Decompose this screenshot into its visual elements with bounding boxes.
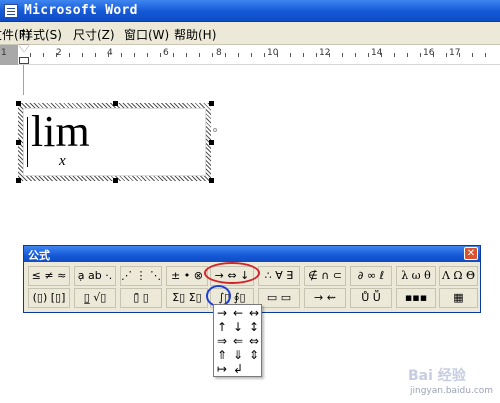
equation-canvas[interactable]: lim x: [23, 107, 206, 176]
equation-subscript: x: [59, 153, 66, 169]
spaces-ellipses-button[interactable]: ạ ab ·.: [74, 266, 116, 286]
ruler-number: 6: [163, 48, 169, 58]
ruler-tick: [199, 53, 200, 57]
ruler-tick: [355, 53, 356, 57]
operator-symbols-button[interactable]: ± • ⊗: [166, 266, 208, 286]
toolbar-title: 公式: [28, 249, 50, 262]
ruler-tick: [303, 53, 304, 57]
menu-window[interactable]: 窗口(W): [124, 26, 169, 43]
ruler-tick: [251, 53, 252, 57]
ruler-tick: [173, 53, 174, 57]
ruler-tick: [394, 53, 395, 57]
ruler-number: 8: [216, 48, 222, 58]
subscript-superscript-button[interactable]: ▯̄ ▯: [120, 288, 162, 308]
greek-lower-button[interactable]: λ ω θ: [396, 266, 436, 286]
ruler-tick: [264, 53, 265, 57]
resize-handle[interactable]: [16, 140, 21, 145]
underbar-overbar-button[interactable]: ▭ ▭: [258, 288, 300, 308]
ruler-tick: [433, 53, 434, 57]
ruler-tick: [43, 53, 44, 57]
ruler-tick: [108, 53, 109, 57]
ruler-tick: [485, 53, 486, 57]
anchor-marker: [213, 128, 217, 132]
summation-templates-button[interactable]: Σ▯ Σ▯: [166, 288, 208, 308]
ruler-tick: [69, 53, 70, 57]
matrix-templates-button[interactable]: ▪▪▪: [396, 288, 436, 308]
resize-handle[interactable]: [209, 101, 214, 106]
ruler-tick: [160, 53, 161, 57]
menu-style[interactable]: 样式(S): [21, 26, 62, 43]
resize-handle[interactable]: [113, 178, 118, 183]
ruler-tick: [407, 53, 408, 57]
highlight-ellipse-red: [204, 262, 260, 284]
ruler-tick: [147, 53, 148, 57]
embellishments-button[interactable]: ⋰ ⋮ ⋱: [120, 266, 162, 286]
misc-symbols-button[interactable]: ∂ ∞ ℓ: [350, 266, 392, 286]
toolbar-title-bar[interactable]: 公式 ✕: [24, 246, 480, 262]
ruler-tick: [82, 53, 83, 57]
resize-handle[interactable]: [16, 178, 21, 183]
first-line-indent-marker[interactable]: [19, 45, 29, 52]
fence-templates-button[interactable]: (▯) [▯]: [28, 288, 70, 308]
ruler-tick: [238, 53, 239, 57]
ruler-tick: [329, 53, 330, 57]
menu-size[interactable]: 尺寸(Z): [73, 26, 115, 43]
title-bar: Microsoft Word: [0, 0, 500, 22]
set-theory-button[interactable]: ∉ ∩ ⊂: [304, 266, 346, 286]
maps-to-arrow-option[interactable]: ↦: [214, 361, 230, 378]
indent-guide-line: [23, 65, 24, 95]
resize-handle[interactable]: [209, 178, 214, 183]
ruler-tick: [446, 53, 447, 57]
ruler-tick: [134, 53, 135, 57]
logical-symbols-button[interactable]: ∴ ∀ ∃: [258, 266, 300, 286]
ruler-tick: [290, 53, 291, 57]
relation-symbols-button[interactable]: ≤ ≠ ≈: [28, 266, 70, 286]
watermark-brand: Bai 经验: [408, 367, 467, 384]
ruler-tick: [420, 53, 421, 57]
ruler-tick: [472, 53, 473, 57]
ruler-tick: [342, 53, 343, 57]
watermark-url: jingyan.baidu.com: [410, 386, 494, 396]
matrix-grid-button[interactable]: ▦: [439, 288, 478, 308]
double-arrow-up-down-option[interactable]: ⇕: [246, 347, 262, 364]
baidu-jingyan-logo: Bai 经验: [408, 367, 467, 384]
ruler-number: 1: [1, 48, 7, 58]
left-indent-marker[interactable]: [19, 57, 29, 64]
resize-handle[interactable]: [113, 101, 118, 106]
ruler-tick: [95, 53, 96, 57]
products-set-button[interactable]: Ů Ṻ: [350, 288, 392, 308]
close-icon[interactable]: ✕: [464, 247, 478, 260]
equation-lim: lim: [31, 107, 90, 156]
menu-bar: 文件(F) 样式(S) 尺寸(Z) 窗口(W) 帮助(H): [0, 22, 500, 45]
greek-upper-button[interactable]: Λ Ω Θ: [439, 266, 478, 286]
resize-handle[interactable]: [16, 101, 21, 106]
ruler-tick: [212, 53, 213, 57]
word-app-icon: [4, 4, 18, 18]
ruler-tick: [56, 53, 57, 57]
fraction-radical-button[interactable]: ▯̲ √▯: [74, 288, 116, 308]
ruler-tick: [368, 53, 369, 57]
ruler-tick: [316, 53, 317, 57]
labeled-arrow-button[interactable]: → ⇜: [304, 288, 346, 308]
equation-object[interactable]: lim x: [18, 103, 211, 181]
ruler-tick: [121, 53, 122, 57]
ruler-tick: [459, 53, 460, 57]
arrow-palette-dropdown: → ← ↔ ↑ ↓ ↕ ⇒ ⇐ ⇔ ⇑ ⇓ ⇕ ↦ ↲: [213, 304, 262, 377]
ruler-tick: [30, 53, 31, 57]
ruler-tick: [277, 53, 278, 57]
window-title: Microsoft Word: [24, 3, 138, 18]
menu-help[interactable]: 帮助(H): [174, 26, 216, 43]
ruler-tick: [381, 53, 382, 57]
ruler[interactable]: 1 2 4 6 8 10 12 14 16 17: [0, 45, 500, 95]
ruler-tick: [186, 53, 187, 57]
return-arrow-option[interactable]: ↲: [230, 361, 246, 378]
ruler-tick: [225, 53, 226, 57]
resize-handle[interactable]: [209, 140, 214, 145]
text-caret: [27, 117, 28, 167]
